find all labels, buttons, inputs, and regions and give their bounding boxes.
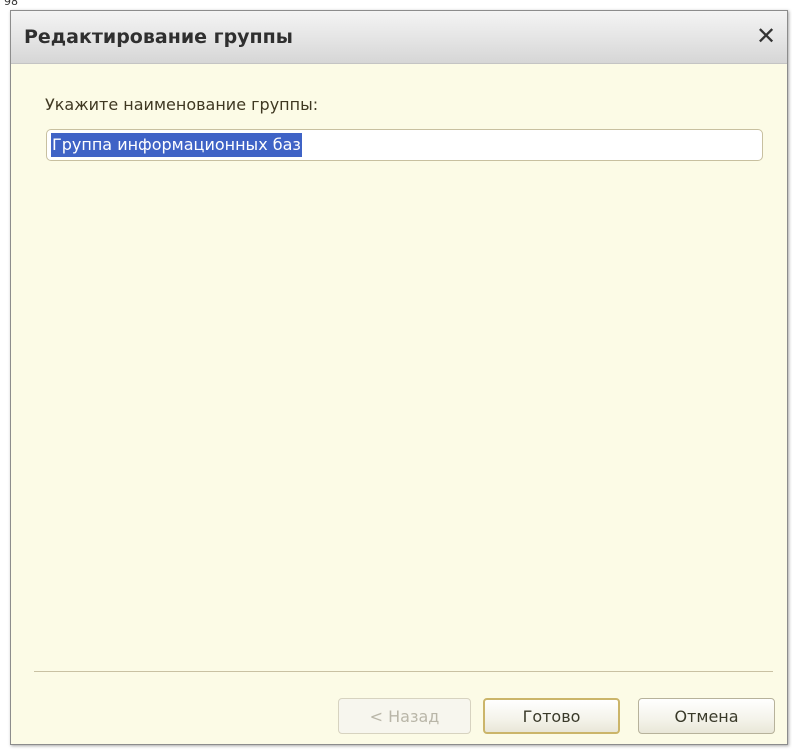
group-name-input[interactable]: Группа информационных баз [46,129,763,161]
dialog-title: Редактирование группы [24,26,293,48]
edit-group-dialog: Редактирование группы ✕ Укажите наименов… [10,10,788,745]
group-name-value: Группа информационных баз [51,133,302,157]
close-icon[interactable]: ✕ [753,22,779,50]
done-button[interactable]: Готово [483,698,620,734]
page-number: 98 [4,0,18,8]
back-button[interactable]: < Назад [338,698,471,734]
group-name-label: Укажите наименование группы: [45,95,319,114]
cancel-button[interactable]: Отмена [638,698,775,734]
footer-separator [34,671,773,672]
dialog-titlebar: Редактирование группы ✕ [11,11,787,64]
